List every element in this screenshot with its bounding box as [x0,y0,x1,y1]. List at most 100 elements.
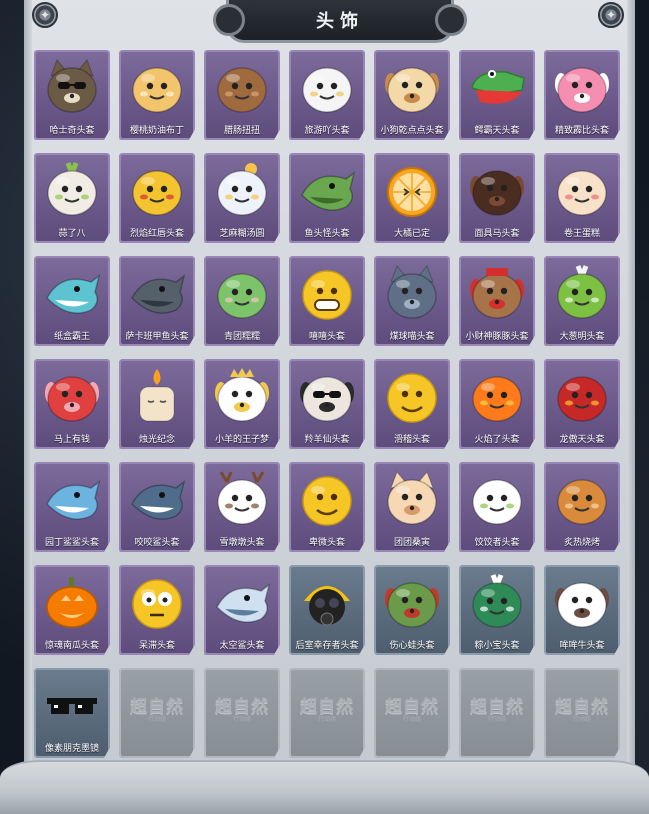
headwear-card-label: 小羊的王子梦 [214,435,269,445]
headwear-card[interactable]: 后室幸存者头套 [289,565,365,655]
headwear-card[interactable]: 蒜了八 [34,153,110,243]
headwear-card[interactable]: 大橘已定 [374,153,450,243]
dachshund-head-icon [210,55,274,119]
headwear-card[interactable]: 雪墩墩头套 [204,462,280,552]
headwear-card-label: 后室幸存者头套 [295,641,359,651]
green-fish-head-icon [295,158,359,222]
headwear-card-label: 哞哞牛头套 [559,641,605,651]
headwear-card[interactable]: 面具马头套 [459,153,535,243]
headwear-card-label: 像素朋克墨镜 [44,744,99,754]
pink-piggy-glasses-icon [550,55,614,119]
headwear-card[interactable]: 萨卡班甲鱼头套 [119,256,195,346]
crocodile-head-icon [465,55,529,119]
headwear-card[interactable]: 羚羊仙头套 [289,359,365,449]
headwear-card-label: 呆滞头套 [138,641,175,651]
locked-slot: 超自然 行动组 [204,668,280,758]
pixel-sunglasses-icon [40,673,104,737]
headwear-card[interactable]: 小狗乾点点头套 [374,50,450,140]
headwear-card[interactable]: 卷王蛋糕 [544,153,620,243]
headwear-card[interactable]: 呆滞头套 [119,565,195,655]
headwear-card-label: 芝麻糊汤圆 [219,229,265,239]
locked-slot: 超自然 行动组 [119,668,195,758]
cream-cat-head-icon [380,467,444,531]
grin-emoji-icon [295,261,359,325]
headwear-card-label: 旅游吖头套 [304,126,350,136]
locked-slot: 超自然 行动组 [374,668,450,758]
husky-dog-head-icon [40,55,104,119]
headwear-card[interactable]: 园丁鲨鲨头套 [34,462,110,552]
headwear-card[interactable]: 咬咬鲨头套 [119,462,195,552]
locked-watermark-sub: 行动组 [402,716,421,723]
headwear-card-label: 鳄霸天头套 [474,126,520,136]
headwear-card-label: 烈焰红唇头套 [129,229,184,239]
headwear-card[interactable]: 鳄霸天头套 [459,50,535,140]
headwear-card-label: 煤球喵头套 [389,332,435,342]
headwear-card-label: 卑微头套 [308,538,345,548]
headwear-card[interactable]: 大葱明头套 [544,256,620,346]
headwear-card[interactable]: 青团糯糯 [204,256,280,346]
sad-frog-icon [380,570,444,634]
headwear-card[interactable]: 嘻嘻头套 [289,256,365,346]
fire-spirit-icon [465,364,529,428]
headwear-card[interactable]: 炙热烧烤 [544,462,620,552]
cardboard-shark-icon [40,261,104,325]
headwear-card[interactable]: 像素朋克墨镜 [34,668,110,758]
headwear-card[interactable]: 哞哞牛头套 [544,565,620,655]
headwear-card[interactable]: 小羊的王子梦 [204,359,280,449]
headwear-card[interactable]: 太空鲨头套 [204,565,280,655]
headwear-card[interactable]: 卑微头套 [289,462,365,552]
headwear-card[interactable]: 鱼头怪头套 [289,153,365,243]
headwear-card-label: 咬咬鲨头套 [134,538,180,548]
green-onion-head-icon [550,261,614,325]
headwear-card[interactable]: 煤球喵头套 [374,256,450,346]
headwear-card-label: 嘻嘻头套 [308,332,345,342]
grilled-meat-icon [550,467,614,531]
candle-head-icon [125,364,189,428]
page-title: 头饰 [316,11,364,32]
spotted-puppy-icon [380,55,444,119]
shy-emoji-icon [295,467,359,531]
corner-bolt-icon: ✦ [598,2,624,28]
orange-slice-face-icon [380,158,444,222]
headwear-card[interactable]: 伤心蛙头套 [374,565,450,655]
headwear-card[interactable]: 火焰了头套 [459,359,535,449]
headwear-card[interactable]: 粽小宝头套 [459,565,535,655]
headwear-card[interactable]: 烛光纪念 [119,359,195,449]
dragon-dance-head-icon [550,364,614,428]
headwear-card-label: 大橘已定 [393,229,430,239]
headwear-card-label: 樱桃奶油布丁 [129,126,184,136]
headwear-card-label: 马上有钱 [53,435,90,445]
headwear-card-label: 烛光纪念 [138,435,175,445]
headwear-card[interactable]: 饺饺者头套 [459,462,535,552]
headwear-card[interactable]: 樱桃奶油布丁 [119,50,195,140]
cow-head-icon [550,570,614,634]
corner-bolt-icon: ✦ [32,2,58,28]
cherry-pudding-icon [125,55,189,119]
dumpling-cloud-icon [465,467,529,531]
headwear-card[interactable]: 龙傲天头套 [544,359,620,449]
headwear-card[interactable]: 精致霹比头套 [544,50,620,140]
tangyuan-flower-icon [210,158,274,222]
headwear-card[interactable]: 芝麻糊汤圆 [204,153,280,243]
locked-slot: 超自然 行动组 [459,668,535,758]
headwear-card-label: 卷王蛋糕 [563,229,600,239]
headwear-card-label: 龙傲天头套 [559,435,605,445]
headwear-card[interactable]: 纸盒霸王 [34,256,110,346]
sunglasses-bear-icon [295,364,359,428]
headwear-card-label: 惊魂南瓜头套 [44,641,99,651]
headwear-card-label: 炙热烧烤 [563,538,600,548]
headwear-card-label: 园丁鲨鲨头套 [44,538,99,548]
headwear-card[interactable]: 滑稽头套 [374,359,450,449]
headwear-card-label: 面具马头套 [474,229,520,239]
headwear-card[interactable]: 惊魂南瓜头套 [34,565,110,655]
headwear-card[interactable]: 烈焰红唇头套 [119,153,195,243]
headwear-card-label: 火焰了头套 [474,435,520,445]
headwear-card[interactable]: 旅游吖头套 [289,50,365,140]
headwear-card[interactable]: 小财神豚豚头套 [459,256,535,346]
headwear-card-label: 饺饺者头套 [474,538,520,548]
headwear-card[interactable]: 马上有钱 [34,359,110,449]
headwear-card[interactable]: 哈士奇头套 [34,50,110,140]
headwear-card[interactable]: 腊肠扭扭 [204,50,280,140]
headwear-card[interactable]: 团团桑寅 [374,462,450,552]
locked-watermark-sub: 行动组 [487,716,506,723]
